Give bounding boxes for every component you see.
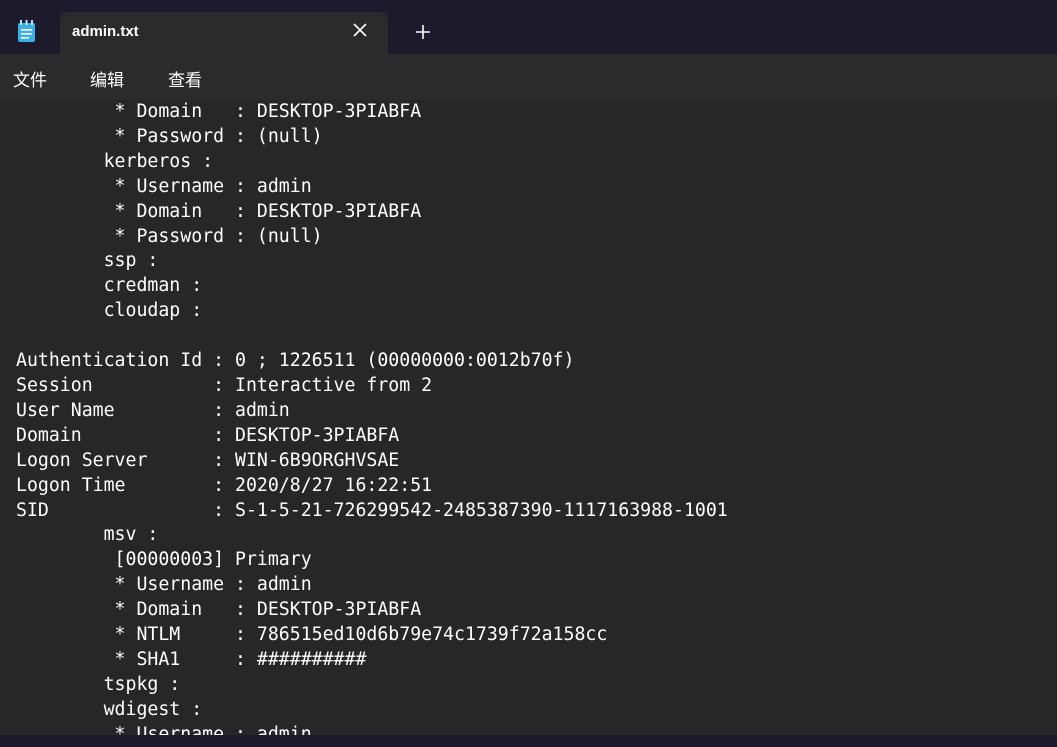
tab-admin-txt[interactable]: admin.txt: [60, 12, 388, 54]
close-icon[interactable]: [350, 20, 370, 40]
tab-title: admin.txt: [72, 23, 139, 40]
menu-file[interactable]: 文件: [13, 66, 47, 91]
text-editor[interactable]: * Domain : DESKTOP-3PIABFA * Password : …: [0, 100, 1057, 735]
plus-icon[interactable]: [414, 23, 432, 41]
menu-view[interactable]: 查看: [168, 66, 202, 91]
bottom-edge: [0, 735, 1057, 747]
menu-bar: 文件 编辑 查看: [0, 54, 1057, 100]
notepad-icon: [18, 20, 35, 42]
menu-edit[interactable]: 编辑: [90, 66, 124, 91]
document-text[interactable]: * Domain : DESKTOP-3PIABFA * Password : …: [16, 100, 728, 735]
title-bar: admin.txt: [0, 0, 1057, 54]
